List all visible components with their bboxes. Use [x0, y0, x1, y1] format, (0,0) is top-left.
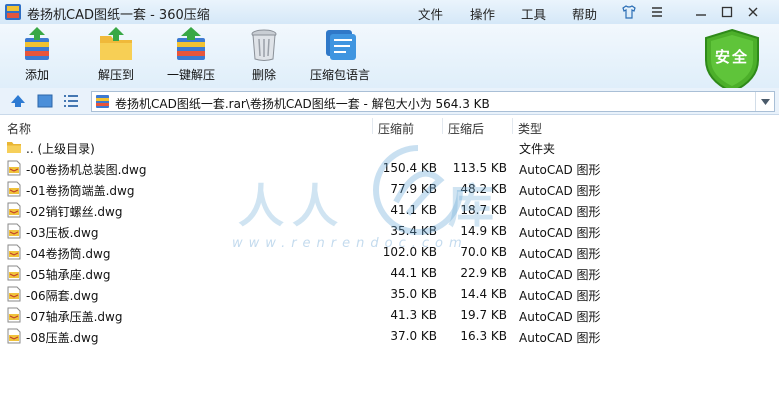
dwg-file-icon: [7, 181, 21, 197]
file-type: AutoCAD 图形: [519, 184, 601, 198]
one-click-extract-button[interactable]: 一键解压: [167, 26, 215, 83]
menu-operation[interactable]: 操作: [470, 4, 495, 23]
maximize-button[interactable]: [716, 2, 738, 22]
dwg-file-icon: [7, 223, 21, 239]
file-name: -07轴承压盖.dwg: [26, 310, 123, 324]
trash-icon: [251, 29, 277, 61]
archive-language-label: 压缩包语言: [310, 68, 371, 82]
column-packed-size[interactable]: 压缩前: [378, 120, 414, 137]
menu-tools[interactable]: 工具: [521, 4, 546, 23]
file-type: AutoCAD 图形: [519, 226, 601, 240]
dwg-file-icon: [7, 307, 21, 323]
file-original-size: 16.3 KB: [460, 329, 507, 343]
toolbar: 添加 解压到 一键解压 删除 压缩包语言: [0, 24, 779, 88]
menu-help[interactable]: 帮助: [572, 4, 597, 23]
minimize-icon: [696, 14, 706, 16]
large-icon-view-icon[interactable]: [37, 94, 53, 108]
file-name: -03压板.dwg: [26, 226, 99, 240]
file-type: AutoCAD 图形: [519, 205, 601, 219]
add-label: 添加: [24, 68, 49, 82]
file-type: 文件夹: [519, 142, 556, 156]
arrow-up-icon[interactable]: [10, 94, 26, 108]
close-icon: [748, 7, 758, 17]
file-type: AutoCAD 图形: [519, 310, 601, 324]
dwg-file-icon: [7, 244, 21, 260]
file-type: AutoCAD 图形: [519, 163, 601, 177]
delete-label: 删除: [251, 68, 276, 82]
file-name: -06隔套.dwg: [26, 289, 99, 303]
file-packed-size: 35.0 KB: [390, 287, 437, 301]
file-original-size: 22.9 KB: [460, 266, 507, 280]
hamburger-icon: [652, 7, 662, 17]
file-row[interactable]: -05轴承座.dwg 44.1 KB 22.9 KB AutoCAD 图形: [0, 263, 779, 284]
column-divider[interactable]: [512, 118, 513, 134]
extract-to-icon: [100, 27, 132, 60]
dwg-file-icon: [7, 160, 21, 176]
tshirt-icon: [622, 5, 636, 19]
watermark-url: www.renrendoc.com: [232, 236, 468, 251]
extract-to-label: 解压到: [97, 68, 134, 82]
file-packed-size: 44.1 KB: [390, 266, 437, 280]
address-bar: 卷扬机CAD图纸一套.rar\卷扬机CAD图纸一套 - 解包大小为 564.3 …: [0, 88, 779, 115]
title-bar: 卷扬机CAD图纸一套 - 360压缩 文件 操作 工具 帮助: [0, 0, 779, 24]
close-button[interactable]: [742, 2, 764, 22]
minimize-button[interactable]: [690, 2, 712, 22]
file-name: -00卷扬机总装图.dwg: [26, 163, 147, 177]
extract-to-button[interactable]: 解压到: [96, 26, 136, 83]
archive-app-icon: [5, 4, 21, 20]
column-divider[interactable]: [372, 118, 373, 134]
column-header: 名称 压缩前 压缩后 类型: [0, 116, 779, 136]
delete-button[interactable]: 删除: [244, 26, 284, 83]
maximize-icon: [721, 6, 733, 18]
security-badge: 安全: [714, 48, 749, 66]
file-row[interactable]: -07轴承压盖.dwg 41.3 KB 19.7 KB AutoCAD 图形: [0, 305, 779, 326]
file-packed-size: 37.0 KB: [390, 329, 437, 343]
file-name: -04卷扬筒.dwg: [26, 247, 111, 261]
one-click-extract-label: 一键解压: [167, 68, 216, 82]
watermark-char: 人: [238, 179, 284, 233]
file-name: -02销钉螺丝.dwg: [26, 205, 123, 219]
chevron-down-icon: [760, 98, 770, 105]
list-view-icon[interactable]: [63, 94, 79, 108]
file-row[interactable]: -06隔套.dwg 35.0 KB 14.4 KB AutoCAD 图形: [0, 284, 779, 305]
address-field[interactable]: 卷扬机CAD图纸一套.rar\卷扬机CAD图纸一套 - 解包大小为 564.3 …: [91, 91, 775, 112]
column-divider[interactable]: [442, 118, 443, 134]
column-name[interactable]: 名称: [7, 120, 31, 137]
dwg-file-icon: [7, 286, 21, 302]
rar-archive-icon: [96, 95, 109, 108]
file-type: AutoCAD 图形: [519, 289, 601, 303]
archive-language-button[interactable]: 压缩包语言: [310, 26, 370, 83]
dwg-file-icon: [7, 328, 21, 344]
window-title: 卷扬机CAD图纸一套 - 360压缩: [27, 8, 210, 23]
one-click-extract-icon: [177, 27, 205, 60]
file-name: -05轴承座.dwg: [26, 268, 111, 282]
file-name: -01卷扬筒端盖.dwg: [26, 184, 135, 198]
menu-file[interactable]: 文件: [418, 4, 443, 23]
column-type[interactable]: 类型: [518, 120, 542, 137]
file-type: AutoCAD 图形: [519, 331, 601, 345]
address-dropdown-button[interactable]: [755, 92, 774, 111]
file-original-size: 19.7 KB: [460, 308, 507, 322]
column-original-size[interactable]: 压缩后: [448, 120, 484, 137]
file-name: -08压盖.dwg: [26, 331, 99, 345]
add-button[interactable]: 添加: [17, 26, 57, 83]
dwg-file-icon: [7, 265, 21, 281]
dwg-file-icon: [7, 202, 21, 218]
add-archive-icon: [25, 27, 49, 60]
main-menu-button[interactable]: [646, 2, 668, 22]
folder-icon: [7, 142, 21, 153]
address-path: 卷扬机CAD图纸一套.rar\卷扬机CAD图纸一套 - 解包大小为 564.3 …: [115, 97, 490, 111]
file-type: AutoCAD 图形: [519, 268, 601, 282]
file-name: .. (上级目录): [26, 142, 95, 156]
file-packed-size: 41.3 KB: [390, 308, 437, 322]
watermark-char: 库: [448, 179, 494, 233]
skin-button[interactable]: [618, 2, 640, 22]
file-original-size: 14.4 KB: [460, 287, 507, 301]
file-type: AutoCAD 图形: [519, 247, 601, 261]
archive-language-icon: [326, 30, 356, 60]
watermark-char: 人: [292, 179, 338, 233]
file-row[interactable]: -08压盖.dwg 37.0 KB 16.3 KB AutoCAD 图形: [0, 326, 779, 347]
